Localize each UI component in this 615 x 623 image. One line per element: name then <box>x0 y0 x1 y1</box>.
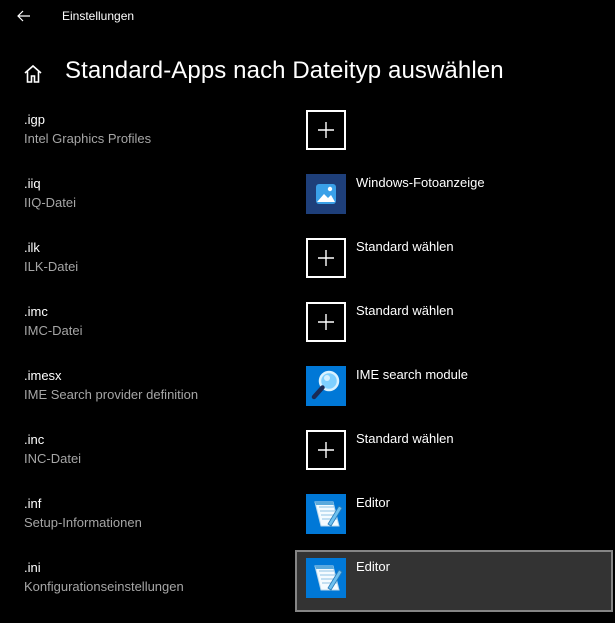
file-type-description: IMC-Datei <box>24 323 83 338</box>
default-app-button[interactable] <box>295 102 613 164</box>
notepad-icon <box>306 494 346 534</box>
window-title: Einstellungen <box>62 9 135 23</box>
default-app-name: IME search module <box>356 367 468 382</box>
title-bar: Einstellungen <box>0 0 615 32</box>
default-app-name: Standard wählen <box>356 303 454 318</box>
default-app-button[interactable]: Editor <box>295 486 613 548</box>
file-type-description: IIQ-Datei <box>24 195 77 210</box>
plus-icon <box>306 302 346 342</box>
page-title: Standard-Apps nach Dateityp auswählen <box>65 57 504 84</box>
notepad-icon <box>306 558 346 598</box>
home-icon[interactable] <box>22 63 44 85</box>
file-type-description: Setup-Informationen <box>24 515 142 530</box>
magnifier-icon <box>306 366 346 406</box>
plus-icon <box>306 238 346 278</box>
file-type-description: Konfigurationseinstellungen <box>24 579 184 594</box>
file-extension: .ilk <box>24 240 40 255</box>
file-type-description: Intel Graphics Profiles <box>24 131 152 146</box>
default-app-button[interactable]: Standard wählen <box>295 230 613 292</box>
back-arrow-icon <box>17 10 30 22</box>
file-extension: .imesx <box>24 368 62 383</box>
file-extension: .inc <box>24 432 45 447</box>
back-button[interactable] <box>8 2 40 30</box>
plus-icon <box>306 110 346 150</box>
default-app-name: Windows-Fotoanzeige <box>356 175 485 190</box>
file-type-description: ILK-Datei <box>24 259 79 274</box>
file-extension: .inf <box>24 496 42 511</box>
default-app-button[interactable]: Windows-Fotoanzeige <box>295 166 613 228</box>
default-app-button[interactable]: Standard wählen <box>295 294 613 356</box>
photo-viewer-icon <box>306 174 346 214</box>
file-type-description: INC-Datei <box>24 451 82 466</box>
default-app-button[interactable]: Editor <box>295 550 613 612</box>
default-app-name: Editor <box>356 495 390 510</box>
file-extension: .imc <box>24 304 48 319</box>
file-type-list: .igp Intel Graphics Profiles .iiq IIQ-Da… <box>0 110 615 623</box>
default-app-name: Standard wählen <box>356 239 454 254</box>
file-extension: .iiq <box>24 176 41 191</box>
file-extension: .ini <box>24 560 41 575</box>
file-type-row: .ini Konfigurationseinstellungen Editor <box>0 550 615 623</box>
file-extension: .igp <box>24 112 45 127</box>
default-app-name: Editor <box>356 559 390 574</box>
default-app-button[interactable]: IME search module <box>295 358 613 420</box>
plus-icon <box>306 430 346 470</box>
file-type-description: IME Search provider definition <box>24 387 199 402</box>
default-app-button[interactable]: Standard wählen <box>295 422 613 484</box>
page-header: Standard-Apps nach Dateityp auswählen <box>0 54 615 94</box>
default-app-name: Standard wählen <box>356 431 454 446</box>
